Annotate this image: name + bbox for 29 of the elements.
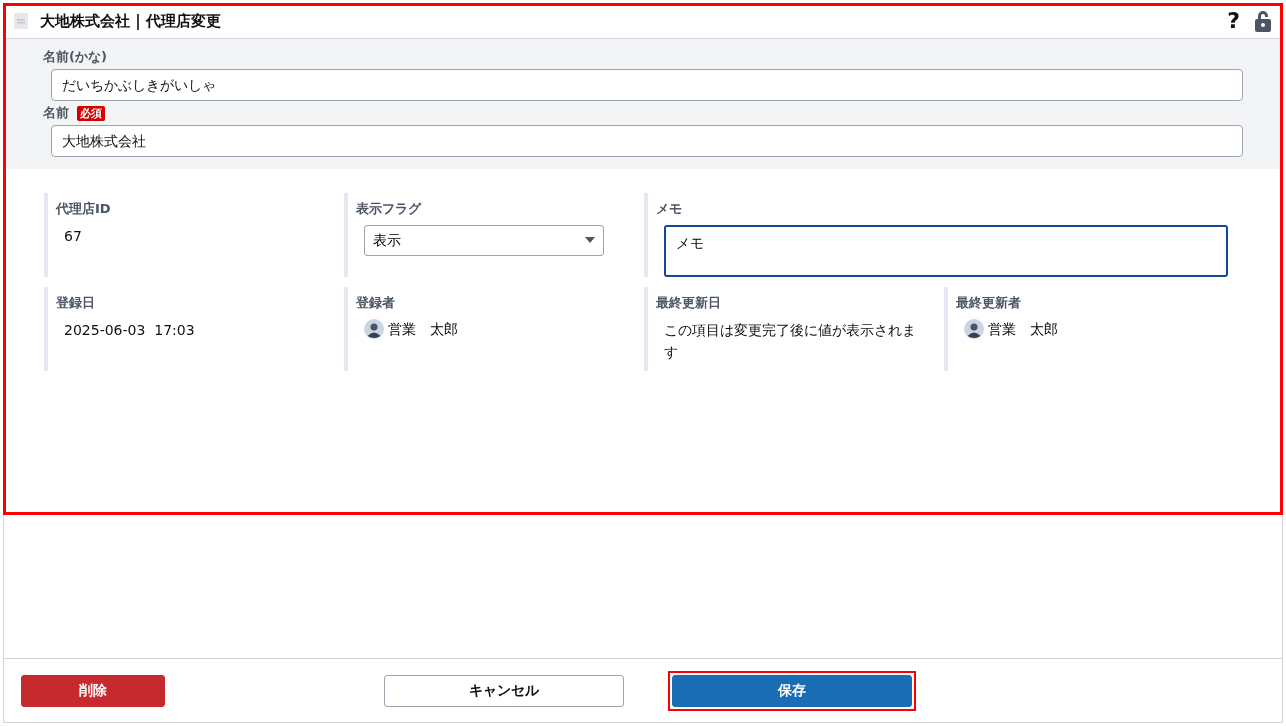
field-value: この項目は変更完了後に値が表示されます bbox=[663, 320, 917, 362]
delete-button[interactable]: 削除 bbox=[21, 674, 165, 707]
field-label: 登録日 bbox=[56, 294, 96, 312]
user-name: 営業 太郎 bbox=[388, 319, 458, 339]
field-label: 代理店ID bbox=[56, 200, 112, 218]
avatar-icon bbox=[364, 319, 384, 339]
memo-field[interactable]: メモ bbox=[664, 224, 1228, 277]
document-icon bbox=[14, 13, 28, 29]
select-field[interactable]: 表示 bbox=[364, 224, 604, 256]
field-label: 表示フラグ bbox=[356, 200, 423, 218]
field-label: 名前 bbox=[43, 104, 69, 123]
avatar-icon bbox=[964, 319, 984, 339]
lock-icon[interactable] bbox=[1254, 10, 1272, 32]
field-value: 67 bbox=[63, 226, 83, 246]
field-label: 登録者 bbox=[356, 294, 396, 312]
field-label: 最終更新日 bbox=[656, 294, 722, 312]
required-badge: 必須 bbox=[77, 105, 105, 121]
field-label: 最終更新者 bbox=[956, 294, 1022, 312]
input-field[interactable]: 大地株式会社 bbox=[51, 125, 1243, 157]
user-name: 営業 太郎 bbox=[988, 319, 1058, 339]
help-button[interactable]: ? bbox=[1227, 10, 1240, 32]
field-label: メモ bbox=[656, 200, 683, 218]
input-field[interactable]: だいちかぶしきがいしゃ bbox=[51, 69, 1243, 101]
field-label: 名前(かな) bbox=[43, 48, 107, 67]
cancel-button[interactable]: キャンセル bbox=[384, 674, 624, 707]
window-title: 大地株式会社 | 代理店変更 bbox=[40, 10, 221, 32]
field-value: 2025-06-03 17:03 bbox=[63, 320, 196, 340]
caret-icon bbox=[585, 237, 595, 243]
save-button[interactable]: 保存 bbox=[672, 674, 912, 707]
